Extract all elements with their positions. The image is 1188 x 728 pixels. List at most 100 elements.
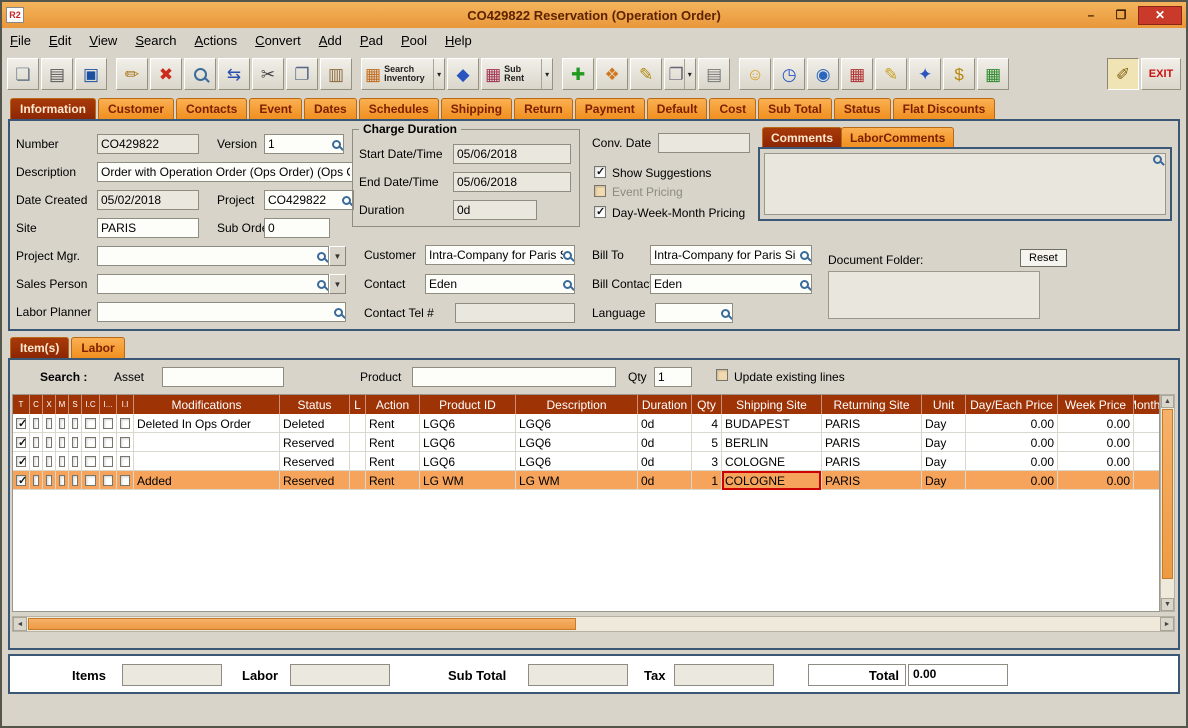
check-cell[interactable] (69, 414, 82, 433)
menu-help[interactable]: Help (445, 33, 472, 48)
minimize-button[interactable]: – (1078, 6, 1104, 25)
check-cell[interactable] (100, 433, 117, 452)
tab-contacts[interactable]: Contacts (176, 98, 247, 119)
table-row-3[interactable]: ReservedRentLGQ6LGQ60d3COLOGNEPARISDay0.… (13, 452, 1159, 471)
row-checkbox[interactable] (85, 418, 96, 429)
tab-information[interactable]: Information (10, 98, 96, 119)
check-cell[interactable] (13, 471, 30, 490)
cell-month-i[interactable] (1134, 452, 1160, 471)
check-cell[interactable] (30, 433, 43, 452)
cell-qty[interactable]: 3 (692, 452, 722, 471)
check-cell[interactable] (82, 471, 100, 490)
tab-items[interactable]: Item(s) (10, 337, 69, 358)
cell-day-each-price[interactable]: 0.00 (966, 452, 1058, 471)
scroll-right-icon[interactable]: ► (1160, 617, 1174, 631)
tab-comments[interactable]: Comments (762, 127, 842, 147)
cell-month-i[interactable] (1134, 414, 1160, 433)
copy-button[interactable]: ❐ (286, 58, 318, 90)
cell-status[interactable]: Reserved (280, 452, 350, 471)
asset-input[interactable] (162, 367, 284, 387)
check-cell[interactable] (56, 452, 69, 471)
tab-schedules[interactable]: Schedules (359, 98, 439, 119)
horizontal-scroll-thumb[interactable] (28, 618, 576, 630)
tab-return[interactable]: Return (514, 98, 573, 119)
row-checkbox[interactable] (46, 418, 52, 429)
project-search-icon[interactable] (342, 196, 351, 205)
project-mgr-dropdown-button[interactable]: ▼ (329, 246, 346, 266)
row-checkbox[interactable] (85, 437, 96, 448)
cell-duration[interactable]: 0d (638, 433, 692, 452)
check-cell[interactable] (117, 471, 134, 490)
menu-edit[interactable]: Edit (49, 33, 71, 48)
comments-search-icon[interactable] (1153, 155, 1162, 164)
row-checkbox[interactable] (46, 475, 52, 486)
row-checkbox[interactable] (72, 418, 78, 429)
col-header-unit[interactable]: Unit (922, 395, 966, 414)
copies-button-dropdown-icon[interactable]: ▾ (684, 59, 692, 89)
row-checkbox[interactable] (59, 475, 65, 486)
search-inventory-button-dropdown-icon[interactable]: ▾ (433, 59, 441, 89)
exit-button[interactable]: EXIT (1141, 58, 1181, 90)
col-header-m[interactable]: M (56, 395, 69, 414)
row-checkbox[interactable] (16, 475, 26, 486)
cell-shipping-site[interactable]: COLOGNE (722, 452, 822, 471)
col-header-day-each-price[interactable]: Day/Each Price (966, 395, 1058, 414)
cell-status[interactable]: Deleted (280, 414, 350, 433)
contact-field[interactable]: Eden (425, 274, 575, 294)
row-checkbox[interactable] (103, 437, 113, 448)
customer-field[interactable]: Intra-Company for Paris Sit (425, 245, 575, 265)
tab-shipping[interactable]: Shipping (441, 98, 512, 119)
check-cell[interactable] (117, 414, 134, 433)
check-cell[interactable] (117, 433, 134, 452)
check-cell[interactable] (43, 414, 56, 433)
cell-returning-site[interactable]: PARIS (822, 471, 922, 490)
tab-labor[interactable]: Labor (71, 337, 124, 358)
check-cell[interactable] (56, 414, 69, 433)
menu-pad[interactable]: Pad (360, 33, 383, 48)
check-cell[interactable] (100, 452, 117, 471)
cell-qty[interactable]: 1 (692, 471, 722, 490)
paste-button[interactable]: ▥ (320, 58, 352, 90)
version-field[interactable]: 1 (264, 134, 344, 154)
cell-week-price[interactable]: 0.00 (1058, 433, 1134, 452)
sales-person-dropdown-button[interactable]: ▼ (329, 274, 346, 294)
row-checkbox[interactable] (46, 437, 52, 448)
cell-returning-site[interactable]: PARIS (822, 452, 922, 471)
vertical-scroll-thumb[interactable] (1162, 409, 1173, 579)
cell-duration[interactable]: 0d (638, 414, 692, 433)
history-button[interactable]: ◷ (773, 58, 805, 90)
project-field[interactable]: CO429822 (264, 190, 354, 210)
cell-l[interactable] (350, 471, 366, 490)
key-button[interactable]: ✦ (909, 58, 941, 90)
check-cell[interactable] (56, 471, 69, 490)
tab-customer[interactable]: Customer (98, 98, 174, 119)
conv-date-field[interactable] (658, 133, 750, 153)
cell-description[interactable]: LG WM (516, 471, 638, 490)
cell-l[interactable] (350, 433, 366, 452)
scroll-up-icon[interactable]: ▲ (1161, 395, 1174, 408)
language-search-icon[interactable] (721, 309, 730, 318)
bill-contact-search-icon[interactable] (800, 280, 809, 289)
cell-action[interactable]: Rent (366, 452, 420, 471)
save-button[interactable]: ▣ (75, 58, 107, 90)
row-checkbox[interactable] (103, 456, 113, 467)
cell-shipping-site[interactable]: BERLIN (722, 433, 822, 452)
memo-button[interactable]: ✎ (630, 58, 662, 90)
cell-returning-site[interactable]: PARIS (822, 433, 922, 452)
cell-product-id[interactable]: LGQ6 (420, 433, 516, 452)
row-checkbox[interactable] (120, 418, 130, 429)
row-checkbox[interactable] (103, 418, 113, 429)
row-checkbox[interactable] (16, 437, 26, 448)
menu-file[interactable]: File (10, 33, 31, 48)
menu-convert[interactable]: Convert (255, 33, 301, 48)
check-cell[interactable] (43, 433, 56, 452)
tab-dates[interactable]: Dates (304, 98, 357, 119)
cell-action[interactable]: Rent (366, 471, 420, 490)
col-header-product-id[interactable]: Product ID (420, 395, 516, 414)
col-header-duration[interactable]: Duration (638, 395, 692, 414)
cell-l[interactable] (350, 414, 366, 433)
project-mgr-field[interactable] (97, 246, 329, 266)
duration-field[interactable]: 0d (453, 200, 537, 220)
check-cell[interactable] (30, 471, 43, 490)
dwm-pricing-checkbox[interactable] (594, 206, 606, 218)
